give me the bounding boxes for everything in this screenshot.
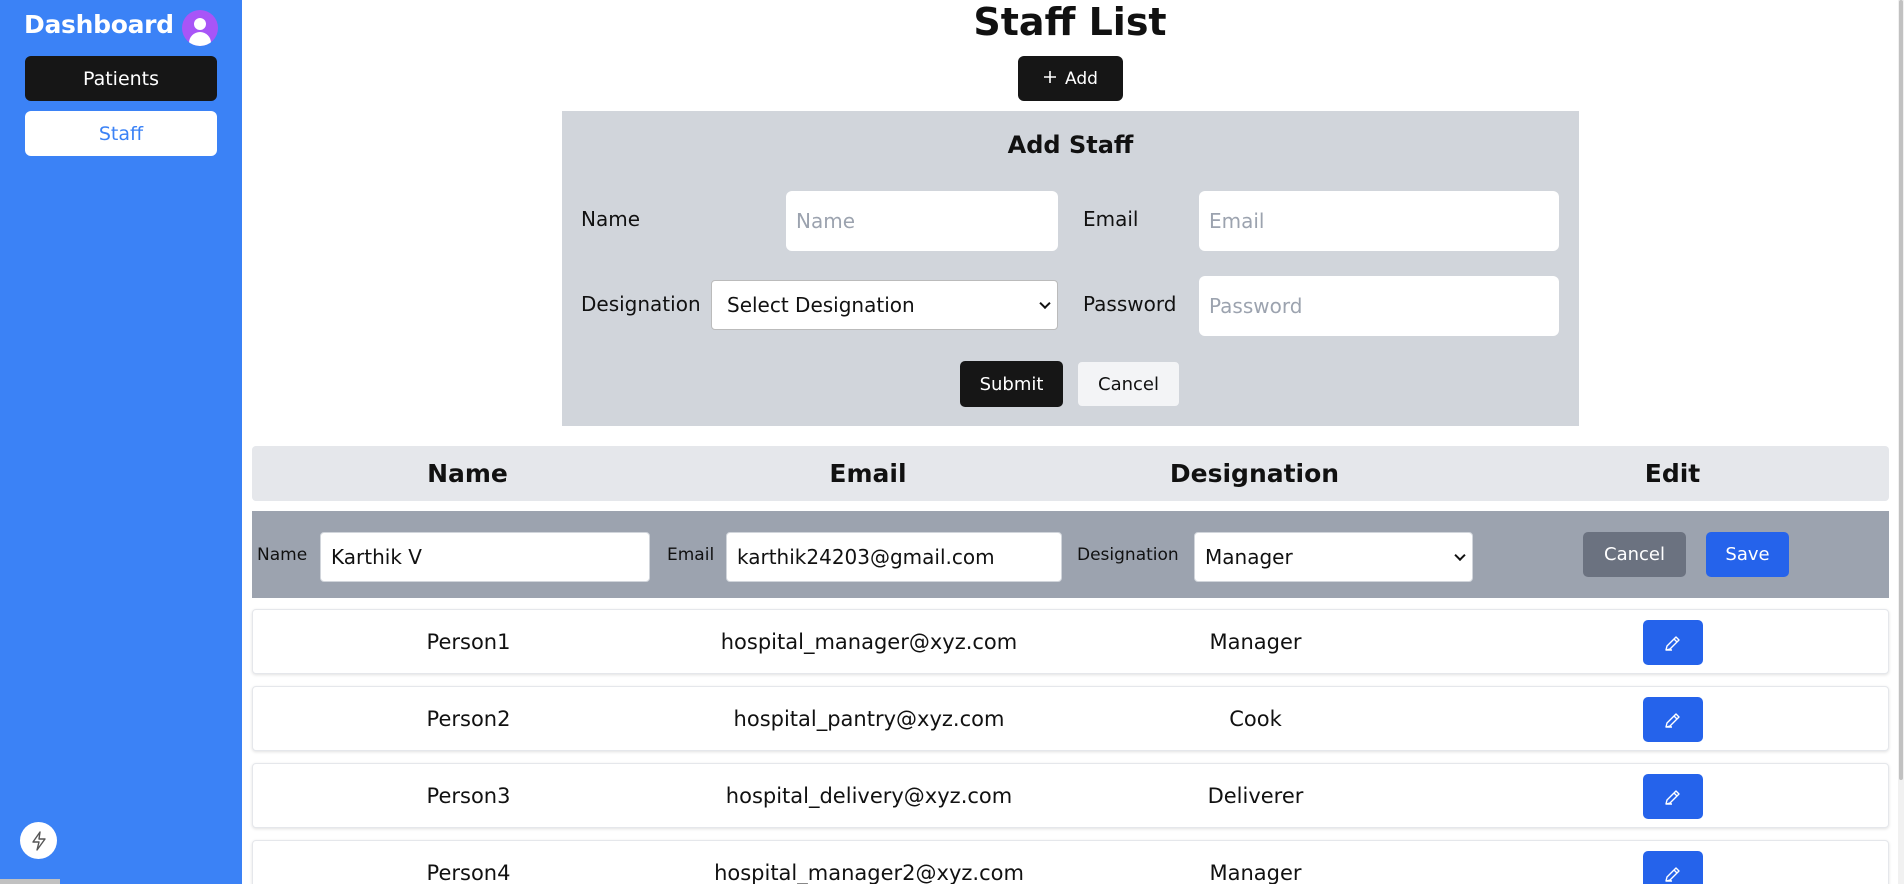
column-header-name: Name bbox=[427, 459, 508, 488]
edit-email-label: Email bbox=[667, 544, 715, 565]
table-row: Person1 hospital_manager@xyz.com Manager bbox=[252, 609, 1889, 674]
table-row: Person3 hospital_delivery@xyz.com Delive… bbox=[252, 763, 1889, 828]
designation-select-value: Select Designation bbox=[727, 293, 915, 317]
password-label: Password bbox=[1083, 292, 1177, 316]
pencil-icon bbox=[1665, 789, 1680, 805]
vertical-scrollbar-thumb[interactable] bbox=[1899, 0, 1903, 780]
edit-button[interactable] bbox=[1643, 851, 1703, 884]
edit-email-input[interactable]: karthik24203@gmail.com bbox=[726, 532, 1062, 582]
cell-name: Person1 bbox=[426, 629, 511, 654]
chevron-down-icon bbox=[1454, 549, 1466, 562]
cell-name: Person2 bbox=[426, 706, 511, 731]
sidebar-item-staff[interactable]: Staff bbox=[25, 111, 217, 156]
cell-email: hospital_pantry@xyz.com bbox=[733, 706, 1005, 731]
email-field[interactable]: Email bbox=[1199, 191, 1559, 251]
sidebar-item-patients[interactable]: Patients bbox=[25, 56, 217, 101]
cell-email: hospital_manager2@xyz.com bbox=[714, 860, 1024, 884]
designation-label: Designation bbox=[581, 292, 701, 316]
plus-icon bbox=[1043, 69, 1057, 89]
lightning-icon[interactable] bbox=[20, 822, 57, 859]
edit-designation-value: Manager bbox=[1205, 545, 1293, 569]
designation-select[interactable]: Select Designation bbox=[711, 280, 1058, 330]
add-button-label: Add bbox=[1065, 68, 1098, 89]
column-header-designation: Designation bbox=[1169, 459, 1340, 488]
name-label: Name bbox=[581, 207, 641, 231]
column-header-edit: Edit bbox=[1644, 459, 1701, 488]
page-title: Staff List bbox=[973, 0, 1167, 44]
pencil-icon bbox=[1665, 635, 1680, 651]
edit-name-label: Name bbox=[257, 544, 308, 565]
submit-button[interactable]: Submit bbox=[960, 361, 1063, 407]
edit-designation-label: Designation bbox=[1077, 544, 1179, 565]
edit-button[interactable] bbox=[1643, 774, 1703, 819]
form-title: Add Staff bbox=[1007, 131, 1134, 159]
app: Dashboard Patients Staff Staff List Add … bbox=[0, 0, 1904, 884]
user-avatar-icon[interactable] bbox=[182, 10, 218, 46]
sidebar: Dashboard Patients Staff bbox=[0, 0, 242, 884]
cell-email: hospital_manager@xyz.com bbox=[720, 629, 1018, 654]
edit-button[interactable] bbox=[1643, 620, 1703, 665]
cell-designation: Deliverer bbox=[1207, 783, 1304, 808]
cell-designation: Cook bbox=[1229, 706, 1282, 731]
pencil-icon bbox=[1665, 712, 1680, 728]
edit-button[interactable] bbox=[1643, 697, 1703, 742]
table-row: Person4 hospital_manager2@xyz.com Manage… bbox=[252, 840, 1889, 884]
password-field[interactable]: Password bbox=[1199, 276, 1559, 336]
column-header-email: Email bbox=[829, 459, 907, 488]
table-header: Name Email Designation Edit bbox=[252, 446, 1889, 501]
name-field[interactable]: Name bbox=[786, 191, 1058, 251]
add-staff-button[interactable]: Add bbox=[1018, 56, 1123, 101]
cell-designation: Manager bbox=[1209, 629, 1302, 654]
cell-email: hospital_delivery@xyz.com bbox=[725, 783, 1013, 808]
cell-name: Person4 bbox=[426, 860, 511, 884]
edit-cancel-button[interactable]: Cancel bbox=[1583, 532, 1686, 577]
edit-designation-select[interactable]: Manager bbox=[1194, 532, 1473, 582]
horizontal-scrollbar-thumb[interactable] bbox=[0, 879, 60, 884]
cancel-button[interactable]: Cancel bbox=[1077, 361, 1180, 407]
email-label: Email bbox=[1083, 207, 1139, 231]
cell-designation: Manager bbox=[1209, 860, 1302, 884]
add-staff-form: Add Staff Name Name Email Email Designat… bbox=[562, 111, 1579, 426]
edit-name-input[interactable]: Karthik V bbox=[320, 532, 650, 582]
table-row: Person2 hospital_pantry@xyz.com Cook bbox=[252, 686, 1889, 751]
edit-save-button[interactable]: Save bbox=[1706, 532, 1789, 577]
pencil-icon bbox=[1665, 866, 1680, 882]
cell-name: Person3 bbox=[426, 783, 511, 808]
chevron-down-icon bbox=[1039, 297, 1051, 310]
sidebar-title: Dashboard bbox=[24, 10, 174, 39]
edit-row: Name Karthik V Email karthik24203@gmail.… bbox=[252, 511, 1889, 598]
